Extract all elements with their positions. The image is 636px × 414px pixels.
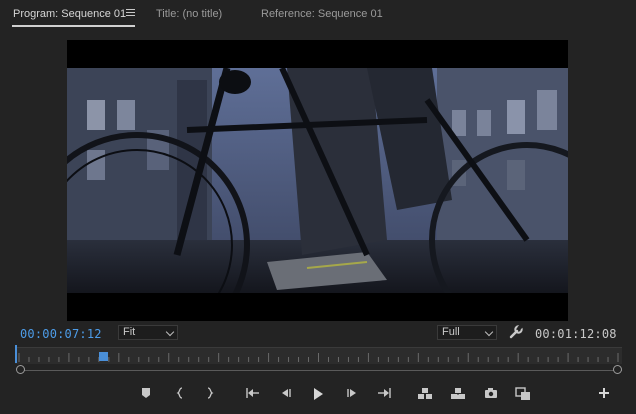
tab-program-monitor[interactable]: Program: Sequence 01: [13, 8, 126, 20]
tab-reference-monitor[interactable]: Reference: Sequence 01: [261, 8, 383, 20]
mark-out-icon: [207, 387, 214, 399]
marker-icon: [142, 388, 150, 398]
play-button[interactable]: [309, 385, 327, 403]
current-timecode[interactable]: 00:00:07:12: [20, 327, 102, 341]
tab-title[interactable]: Title: (no title): [156, 8, 222, 20]
export-frame-button[interactable]: [482, 385, 500, 403]
overwrite-button[interactable]: [449, 385, 467, 403]
comparison-view-button[interactable]: [514, 385, 532, 403]
playhead[interactable]: [98, 352, 108, 361]
button-editor-button[interactable]: [595, 385, 613, 403]
mark-in-icon: [176, 387, 183, 399]
play-icon: [314, 388, 323, 400]
overwrite-icon: [451, 388, 465, 399]
camera-icon: [485, 388, 497, 398]
chevron-down-icon: [484, 327, 494, 337]
insert-button[interactable]: [416, 385, 434, 403]
playback-resolution-dropdown[interactable]: Full: [437, 325, 497, 340]
step-back-icon: [282, 389, 291, 397]
wrench-icon[interactable]: [509, 324, 523, 339]
zoom-level-value: Fit: [123, 326, 136, 338]
video-frame-image: [67, 40, 568, 321]
plus-icon: [599, 388, 609, 398]
video-preview-frame[interactable]: [67, 40, 568, 321]
mark-out-button[interactable]: [201, 385, 219, 403]
in-point-line: [15, 345, 17, 363]
go-to-in-button[interactable]: [244, 385, 262, 403]
step-back-button[interactable]: [277, 385, 295, 403]
go-to-out-button[interactable]: [375, 385, 393, 403]
zoom-scroll-handle-right[interactable]: [613, 365, 622, 374]
zoom-level-dropdown[interactable]: Fit: [118, 325, 178, 340]
panel-tab-bar: Program: Sequence 01 Title: (no title) R…: [0, 0, 636, 30]
zoom-scroll-handle-left[interactable]: [16, 365, 25, 374]
active-tab-indicator: [12, 25, 135, 27]
comparison-view-icon: [515, 387, 530, 400]
go-to-out-icon: [378, 388, 391, 398]
mark-in-button[interactable]: [171, 385, 189, 403]
zoom-scroll-track[interactable]: [20, 370, 622, 371]
go-to-in-icon: [246, 388, 259, 398]
duration-timecode: 00:01:12:08: [535, 327, 617, 341]
step-forward-icon: [347, 389, 356, 397]
step-forward-button[interactable]: [343, 385, 361, 403]
playback-resolution-value: Full: [442, 326, 460, 338]
hamburger-menu-icon[interactable]: [126, 9, 135, 17]
insert-icon: [418, 388, 432, 399]
chevron-down-icon: [165, 327, 175, 337]
add-marker-button[interactable]: [137, 385, 155, 403]
